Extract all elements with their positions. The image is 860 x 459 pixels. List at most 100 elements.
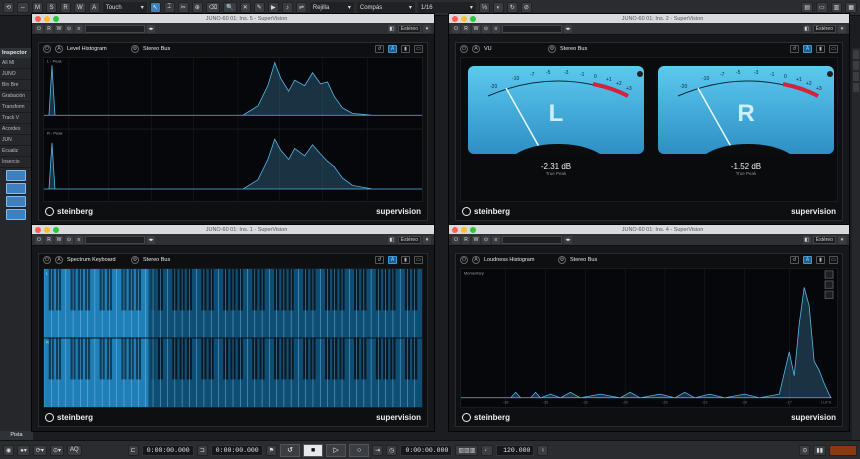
preset-select[interactable] xyxy=(85,24,145,33)
layout-left-icon[interactable]: ▤ xyxy=(801,2,813,13)
freeze-icon[interactable]: ▮ xyxy=(816,256,825,264)
minimize-icon[interactable] xyxy=(44,15,50,22)
signature-icon[interactable]: ♮ xyxy=(537,444,549,456)
midi-activity-icon[interactable]: ⊙ xyxy=(799,444,811,456)
settings-icon[interactable]: ▾ xyxy=(838,235,846,244)
mode-button-s[interactable]: S xyxy=(46,2,58,13)
undo-icon[interactable]: ⟲ xyxy=(3,2,15,13)
left-locator-time[interactable]: 0:00:00.000 xyxy=(141,444,194,456)
bypass-icon[interactable]: ⊙ xyxy=(482,24,490,33)
preset-select[interactable] xyxy=(502,24,562,33)
marker-icon[interactable]: ⚑ xyxy=(265,444,278,456)
inspector-row[interactable]: Transform xyxy=(0,102,32,113)
activity-icon[interactable]: ◉ xyxy=(3,444,15,456)
prev-next-icon[interactable]: ◂▸ xyxy=(147,24,155,33)
grid-label-select[interactable]: Rejilla ▾ xyxy=(309,2,354,13)
right-locator-time[interactable]: 0:00:00.000 xyxy=(210,444,263,456)
close-icon[interactable] xyxy=(452,15,458,22)
scroll-icon[interactable] xyxy=(824,290,834,299)
read-button[interactable]: R xyxy=(45,235,53,244)
inspector-row[interactable]: Track V xyxy=(0,113,32,124)
module-name[interactable]: Loudness Histogram xyxy=(484,257,554,263)
snap-toggle-icon[interactable]: ⇌ xyxy=(295,2,307,13)
reset-icon[interactable]: ↺ xyxy=(790,256,799,264)
marker-buttons-icon[interactable]: ▥▥▥ xyxy=(455,444,479,456)
draw-tool-icon[interactable]: ✎ xyxy=(253,2,265,13)
right-zone-button[interactable] xyxy=(853,83,859,92)
layout-bottom-icon[interactable]: ▭ xyxy=(815,2,828,13)
power-icon[interactable]: ⏻ xyxy=(452,235,460,244)
module-a-icon[interactable]: A xyxy=(472,256,480,264)
power-icon[interactable]: ⏻ xyxy=(460,45,468,53)
right-zone-button[interactable] xyxy=(853,72,859,81)
insert-slot[interactable] xyxy=(6,183,26,194)
gear-icon[interactable]: ⚙ xyxy=(131,256,139,264)
camera-icon[interactable]: ◧ xyxy=(387,235,396,244)
module-name[interactable]: Spectrum Keyboard xyxy=(67,257,127,263)
quantize-select[interactable]: 1/16 ▾ xyxy=(417,2,476,13)
mute-tool-icon[interactable]: ✕ xyxy=(239,2,251,13)
maximize-icon[interactable] xyxy=(470,226,476,233)
power-icon[interactable]: ⏻ xyxy=(43,45,51,53)
inspector-row[interactable]: Ecualiz xyxy=(0,146,32,157)
bus-name[interactable]: Stereo Bus xyxy=(560,46,587,52)
channel-mode-select[interactable]: Estéreo xyxy=(812,24,836,33)
auto-button[interactable]: A xyxy=(388,45,397,53)
bus-name[interactable]: Stereo Bus xyxy=(570,257,597,263)
locator-left-icon[interactable]: ⊏ xyxy=(127,444,139,456)
freeze-icon[interactable]: ▮ xyxy=(816,45,825,53)
power-icon[interactable]: ⏻ xyxy=(35,235,43,244)
inspector-row[interactable]: All MI xyxy=(0,58,32,69)
inspector-row[interactable]: Grabación xyxy=(0,91,32,102)
mode-button-r[interactable]: R xyxy=(60,2,72,13)
bypass-icon[interactable]: ⊙ xyxy=(482,235,490,244)
insert-slot[interactable] xyxy=(6,196,26,207)
gear-icon[interactable]: ⚙ xyxy=(548,45,556,53)
camera-icon[interactable]: ◧ xyxy=(387,24,396,33)
freeze-icon[interactable]: ▮ xyxy=(401,45,410,53)
quantize-apply-icon[interactable]: ⅓ xyxy=(478,2,490,13)
window-layout-icon[interactable]: ▦ xyxy=(845,2,857,13)
punch-icon[interactable]: ⊙▾ xyxy=(49,444,64,456)
reset-icon[interactable]: ↺ xyxy=(790,45,799,53)
maximize-icon[interactable] xyxy=(53,226,59,233)
record-mode-icon[interactable]: ●▾ xyxy=(17,444,30,456)
inspector-row[interactable]: Insercio xyxy=(0,157,32,168)
maximize-icon[interactable] xyxy=(53,15,59,22)
read-button[interactable]: R xyxy=(462,235,470,244)
expand-icon[interactable]: ▭ xyxy=(414,45,423,53)
auto-button[interactable]: A xyxy=(803,45,812,53)
maximize-icon[interactable] xyxy=(470,15,476,22)
auto-quantize-button[interactable]: AQ xyxy=(66,444,82,456)
window-titlebar[interactable]: JUNO-60 01: Ins. 5 - SuperVision xyxy=(32,14,434,23)
audio-activity-icon[interactable]: ▮▮ xyxy=(813,444,826,456)
module-name[interactable]: Level Histogram xyxy=(67,46,127,52)
power-icon[interactable]: ⏻ xyxy=(35,24,43,33)
inspector-row[interactable]: Acordes xyxy=(0,124,32,135)
lock-icon[interactable]: ⊘ xyxy=(520,2,532,13)
preset-icon[interactable]: ≡ xyxy=(492,24,500,33)
prev-next-icon[interactable]: ◂▸ xyxy=(564,24,572,33)
power-icon[interactable]: ⏻ xyxy=(452,24,460,33)
pointer-tool-icon[interactable]: ↖ xyxy=(149,2,161,13)
camera-icon[interactable]: ◧ xyxy=(802,24,811,33)
settings-icon[interactable]: ▾ xyxy=(423,235,431,244)
record-button[interactable]: ○ xyxy=(349,443,370,457)
gear-icon[interactable]: ⚙ xyxy=(558,256,566,264)
expand-icon[interactable]: ▭ xyxy=(829,45,838,53)
prev-next-icon[interactable]: ◂▸ xyxy=(147,235,155,244)
freeze-icon[interactable]: ▮ xyxy=(401,256,410,264)
insert-slot[interactable] xyxy=(6,209,26,220)
camera-icon[interactable]: ◧ xyxy=(802,235,811,244)
read-button[interactable]: R xyxy=(45,24,53,33)
mode-button-w[interactable]: W xyxy=(74,2,86,13)
settings-icon[interactable]: ▾ xyxy=(423,24,431,33)
write-button[interactable]: W xyxy=(55,24,63,33)
expand-icon[interactable]: ▭ xyxy=(829,256,838,264)
position-time[interactable]: 0:00:00.000 xyxy=(400,444,453,456)
locator-right-icon[interactable]: ⊐ xyxy=(196,444,208,456)
bypass-icon[interactable]: ⊙ xyxy=(65,235,73,244)
bypass-icon[interactable]: ⊙ xyxy=(65,24,73,33)
constrain-icon[interactable]: ⇔ xyxy=(17,2,30,13)
auto-button[interactable]: A xyxy=(803,256,812,264)
